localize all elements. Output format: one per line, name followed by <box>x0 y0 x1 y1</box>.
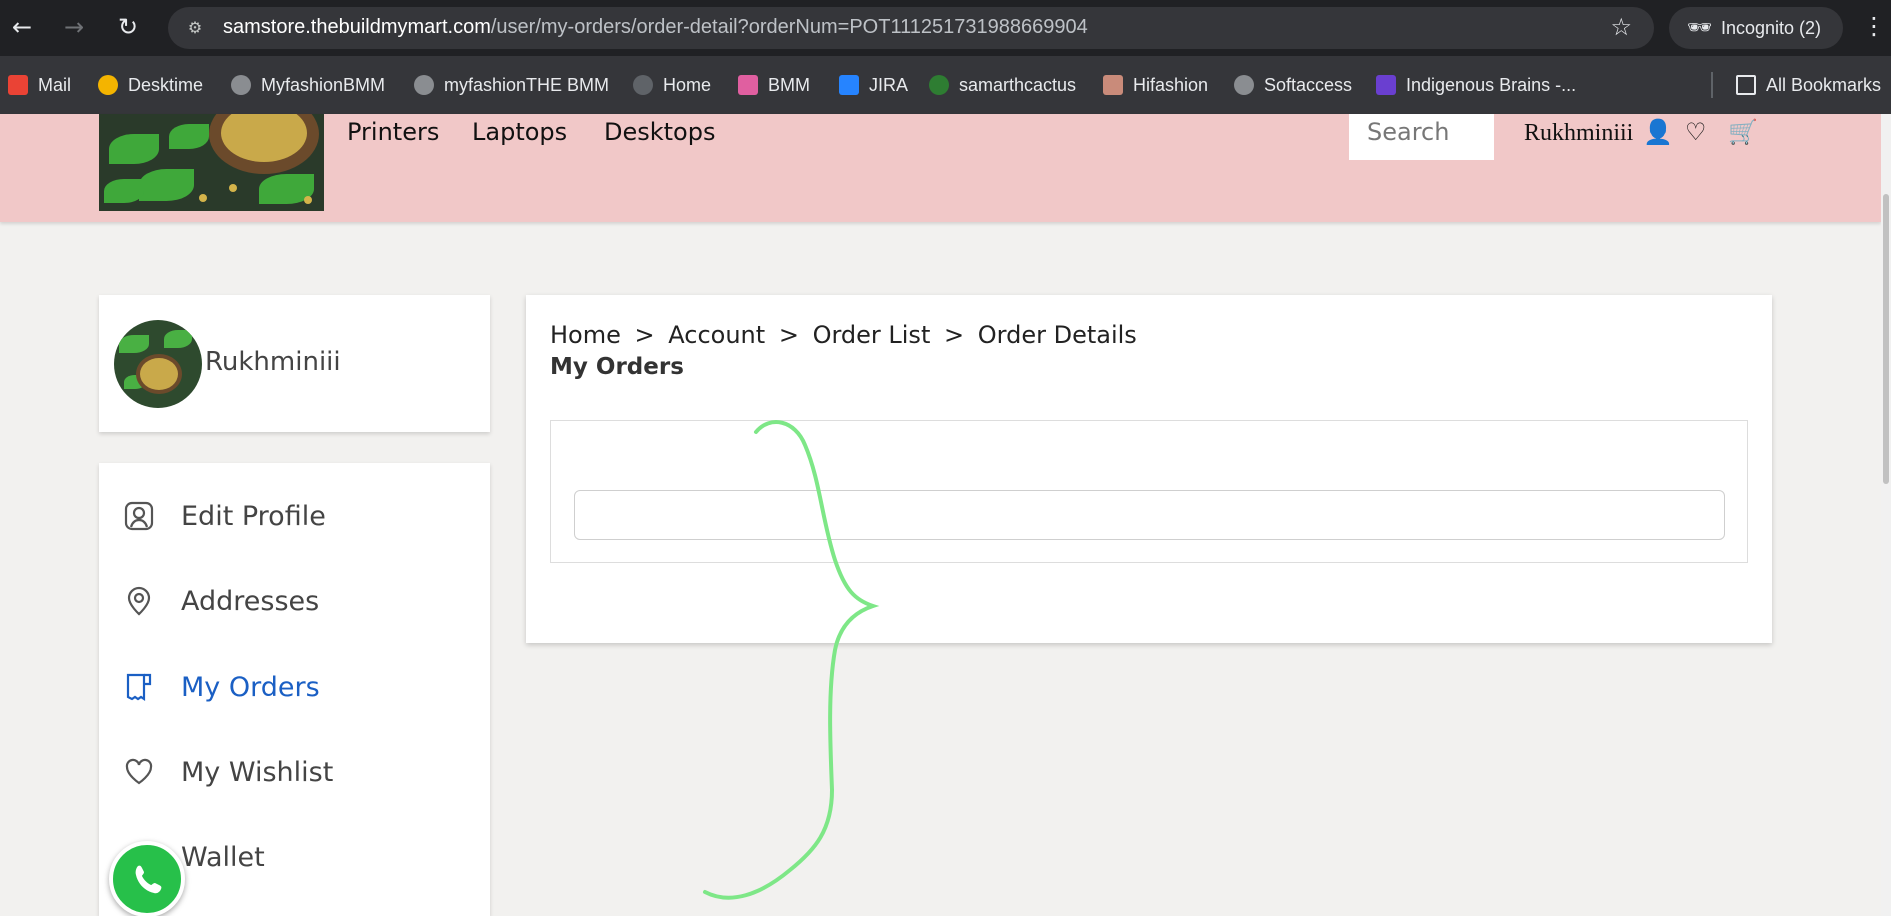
sidebar-item-addresses[interactable]: Addresses <box>99 571 490 631</box>
bookmark-item[interactable]: Mail <box>8 71 71 99</box>
all-bookmarks-button[interactable]: All Bookmarks <box>1736 71 1881 99</box>
page-title: My Orders <box>550 354 684 380</box>
desktime-icon <box>98 75 118 95</box>
indigenous-icon <box>1376 75 1396 95</box>
breadcrumb-separator: > <box>634 321 655 349</box>
profile-name: Rukhminiii <box>205 347 341 377</box>
bookmarks-divider <box>1711 72 1713 98</box>
bookmark-item[interactable]: BMM <box>738 71 810 99</box>
jira-icon <box>839 75 859 95</box>
breadcrumb-home[interactable]: Home <box>550 321 621 349</box>
whatsapp-icon <box>135 865 162 894</box>
forward-arrow-icon[interactable]: → <box>59 12 89 42</box>
whatsapp-chat-button[interactable] <box>109 841 185 916</box>
scrollbar-thumb[interactable] <box>1883 194 1889 484</box>
bookmark-item[interactable]: samarthcactus <box>929 71 1076 99</box>
user-badge-icon <box>123 500 155 532</box>
bookmark-star-icon[interactable]: ☆ <box>1610 13 1632 41</box>
sidebar-item-my-orders[interactable]: My Orders <box>99 657 490 717</box>
order-detail-box <box>550 420 1748 563</box>
globe-icon <box>1234 75 1254 95</box>
sidebar-item-edit-profile[interactable]: Edit Profile <box>99 486 490 546</box>
breadcrumb: Home > Account > Order List > Order Deta… <box>550 321 1143 349</box>
order-details-card: Home > Account > Order List > Order Deta… <box>526 295 1772 643</box>
breadcrumb-separator: > <box>944 321 965 349</box>
breadcrumb-order-details: Order Details <box>977 321 1137 349</box>
breadcrumb-order-list[interactable]: Order List <box>813 321 931 349</box>
breadcrumb-account[interactable]: Account <box>668 321 765 349</box>
profile-card: Rukhminiii <box>99 295 490 432</box>
location-pin-icon <box>123 585 155 617</box>
site-settings-icon[interactable]: ⚙ <box>182 15 208 41</box>
bookmark-item[interactable]: MyfashionBMM <box>231 71 385 99</box>
reload-icon[interactable]: ↻ <box>113 12 143 42</box>
site-logo[interactable] <box>99 114 324 211</box>
bookmark-item[interactable]: Hifashion <box>1103 71 1208 99</box>
search-input[interactable]: Search <box>1349 114 1494 160</box>
globe-icon <box>633 75 653 95</box>
nav-desktops[interactable]: Desktops <box>604 118 715 146</box>
sidebar-item-my-wishlist[interactable]: My Wishlist <box>99 742 490 802</box>
gmail-icon <box>8 75 28 95</box>
avatar <box>114 320 202 408</box>
heart-icon <box>123 756 155 788</box>
nav-laptops[interactable]: Laptops <box>472 118 567 146</box>
folder-icon <box>1736 75 1756 95</box>
bmm-icon <box>738 75 758 95</box>
incognito-icon: 🕶 <box>1687 17 1713 39</box>
order-detail-field[interactable] <box>574 490 1725 540</box>
bookmark-item[interactable]: Desktime <box>98 71 203 99</box>
bookmarks-bar: Mail Desktime MyfashionBMM myfashionTHE … <box>0 56 1891 114</box>
hifashion-icon <box>1103 75 1123 95</box>
page-scrollbar[interactable] <box>1881 114 1891 916</box>
incognito-button[interactable]: 🕶 Incognito (2) <box>1669 7 1843 49</box>
bookmark-item[interactable]: myfashionTHE BMM <box>414 71 609 99</box>
wishlist-heart-icon[interactable]: ♡ <box>1685 118 1707 146</box>
address-bar[interactable]: ⚙ samstore.thebuildmymart.com/user/my-or… <box>168 7 1654 49</box>
nav-printers[interactable]: Printers <box>347 118 439 146</box>
back-arrow-icon[interactable]: ← <box>7 12 37 42</box>
cart-icon[interactable]: 🛒 <box>1728 118 1758 146</box>
bookmark-item[interactable]: Softaccess <box>1234 71 1352 99</box>
globe-icon <box>231 75 251 95</box>
globe-icon <box>414 75 434 95</box>
browser-menu-icon[interactable]: ⋮ <box>1862 12 1886 40</box>
breadcrumb-separator: > <box>778 321 799 349</box>
url-text[interactable]: samstore.thebuildmymart.com/user/my-orde… <box>223 16 1088 39</box>
header-user-name[interactable]: Rukhminiii <box>1524 120 1633 147</box>
bookmark-item[interactable]: JIRA <box>839 71 908 99</box>
bookmark-item[interactable]: Indigenous Brains -... <box>1376 71 1576 99</box>
bookmark-item[interactable]: Home <box>633 71 711 99</box>
receipt-icon <box>123 671 155 703</box>
cactus-icon <box>929 75 949 95</box>
user-icon[interactable]: 👤 <box>1643 118 1673 146</box>
browser-toolbar: ← → ↻ ⚙ samstore.thebuildmymart.com/user… <box>0 0 1891 56</box>
